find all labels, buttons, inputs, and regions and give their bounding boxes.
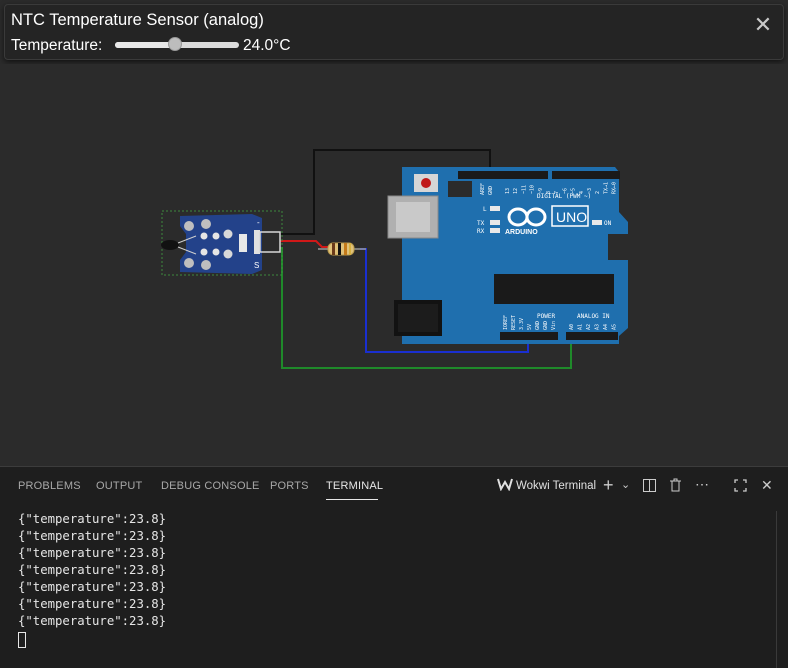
close-icon[interactable]: ✕ bbox=[751, 13, 775, 37]
slider-fill bbox=[115, 42, 175, 48]
digital-pin-label: ~5 bbox=[571, 188, 577, 194]
add-terminal-icon[interactable]: + bbox=[603, 475, 614, 496]
analog-pin-label: A4 bbox=[603, 324, 609, 330]
power-pin-label: RESET bbox=[511, 315, 517, 330]
ntc-sensor-module[interactable]: - S bbox=[161, 210, 283, 276]
terminal-line: {"temperature":23.8} bbox=[18, 580, 167, 594]
power-label: POWER bbox=[537, 313, 555, 320]
power-pin-label: GND bbox=[535, 321, 541, 330]
resistor[interactable] bbox=[318, 242, 366, 256]
chevron-down-icon[interactable]: ⌄ bbox=[621, 478, 630, 491]
analog-pin-label: A2 bbox=[586, 324, 592, 330]
more-actions-icon[interactable]: ⋯ bbox=[695, 476, 709, 493]
terminal-name[interactable]: Wokwi Terminal bbox=[516, 480, 596, 492]
digital-pin-label: ~6 bbox=[562, 188, 568, 194]
terminal-scrollbar[interactable] bbox=[776, 511, 777, 668]
simulation-canvas[interactable]: - S UNO ARDUINO DIGITAL (PWM ~) ANALOG I… bbox=[0, 64, 788, 466]
digital-pin-label: ~10 bbox=[530, 185, 536, 194]
trash-icon[interactable] bbox=[669, 478, 682, 495]
wokwi-logo-icon bbox=[497, 477, 513, 494]
bottom-panel: PROBLEMS OUTPUT DEBUG CONSOLE PORTS TERM… bbox=[0, 466, 788, 668]
digital-pin-label: 4 bbox=[579, 191, 585, 194]
arduino-uno-board[interactable]: UNO ARDUINO DIGITAL (PWM ~) ANALOG IN PO… bbox=[387, 167, 628, 344]
terminal-line: {"temperature":23.8} bbox=[18, 563, 167, 577]
terminal-line: {"temperature":23.8} bbox=[18, 512, 167, 526]
sensor-s-label: S bbox=[254, 261, 259, 270]
digital-pin-label: RX←0 bbox=[612, 182, 618, 194]
tab-debug-console[interactable]: DEBUG CONSOLE bbox=[161, 480, 260, 492]
panel-tabs: PROBLEMS OUTPUT DEBUG CONSOLE PORTS TERM… bbox=[0, 467, 788, 505]
power-pin-label: 3.3V bbox=[519, 318, 525, 330]
active-tab-indicator bbox=[326, 499, 378, 500]
temperature-slider[interactable] bbox=[115, 37, 239, 51]
aref-label: AREF bbox=[480, 183, 486, 195]
digital-pin-label: 2 bbox=[595, 191, 601, 194]
slider-thumb[interactable] bbox=[167, 37, 182, 51]
close-panel-icon[interactable]: ✕ bbox=[761, 477, 773, 494]
digital-pin-label: TX→1 bbox=[603, 182, 609, 194]
power-pin-label: 5V bbox=[527, 324, 533, 330]
digital-pin-label: ~3 bbox=[587, 188, 593, 194]
tab-output[interactable]: OUTPUT bbox=[96, 480, 142, 492]
terminal-output[interactable]: {"temperature":23.8} {"temperature":23.8}… bbox=[18, 511, 166, 653]
wire-red[interactable] bbox=[280, 240, 330, 248]
popup-title: NTC Temperature Sensor (analog) bbox=[11, 11, 264, 29]
led-l-label: L bbox=[483, 206, 487, 213]
board-model: UNO bbox=[556, 209, 587, 225]
analog-pin-label: A3 bbox=[595, 324, 601, 330]
split-terminal-icon[interactable] bbox=[643, 479, 656, 495]
led-rx-label: RX bbox=[477, 228, 485, 235]
terminal-line: {"temperature":23.8} bbox=[18, 529, 167, 543]
temperature-value: 24.0°C bbox=[243, 37, 291, 54]
tab-problems[interactable]: PROBLEMS bbox=[18, 480, 81, 492]
analog-pin-label: A0 bbox=[569, 324, 575, 330]
analog-pin-label: A1 bbox=[578, 324, 584, 330]
tab-terminal[interactable]: TERMINAL bbox=[326, 480, 383, 492]
terminal-cursor bbox=[18, 632, 26, 648]
digital-pin-label: 7 bbox=[554, 191, 560, 194]
maximize-panel-icon[interactable] bbox=[734, 479, 747, 495]
analog-label: ANALOG IN bbox=[577, 313, 610, 320]
sensor-popup: NTC Temperature Sensor (analog) ✕ Temper… bbox=[4, 4, 784, 60]
circuit-diagram: - S UNO ARDUINO DIGITAL (PWM ~) ANALOG I… bbox=[161, 149, 628, 369]
digital-pin-label: ~11 bbox=[521, 185, 527, 194]
digital-pin-label: 13 bbox=[505, 188, 511, 194]
terminal-line: {"temperature":23.8} bbox=[18, 597, 167, 611]
sensor-minus-label: - bbox=[257, 218, 260, 227]
digital-pin-label: 8 bbox=[546, 191, 552, 194]
terminal-line: {"temperature":23.8} bbox=[18, 546, 167, 560]
tab-ports[interactable]: PORTS bbox=[270, 480, 309, 492]
board-brand: ARDUINO bbox=[505, 229, 538, 236]
power-pin-label: Vin bbox=[551, 321, 557, 330]
power-pin-label: IOREF bbox=[503, 315, 509, 330]
temperature-label: Temperature: bbox=[11, 37, 103, 54]
digital-pin-label: 12 bbox=[513, 188, 519, 194]
on-label: ON bbox=[604, 220, 612, 227]
terminal-line: {"temperature":23.8} bbox=[18, 614, 167, 628]
led-tx-label: TX bbox=[477, 220, 485, 227]
analog-pin-label: A5 bbox=[612, 324, 618, 330]
digital-pin-label: ~9 bbox=[538, 188, 544, 194]
power-pin-label: GND bbox=[543, 321, 549, 330]
gnd-label: GND bbox=[488, 186, 494, 195]
